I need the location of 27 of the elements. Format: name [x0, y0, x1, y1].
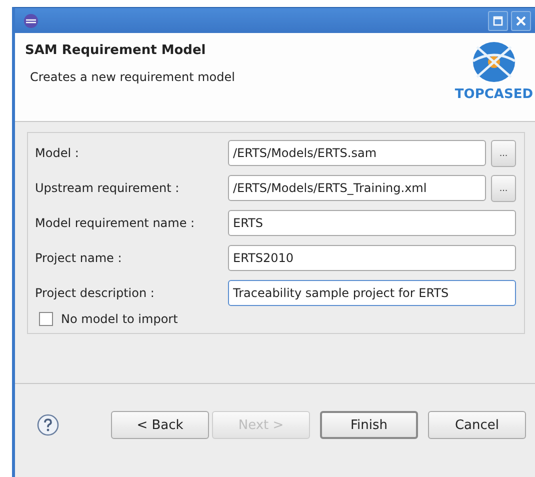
dialog-title: SAM Requirement Model	[25, 43, 207, 58]
field-label: Project name :	[35, 251, 123, 265]
text-field[interactable]: Traceability sample project for ERTS	[228, 280, 516, 306]
text-field[interactable]: ERTS2010	[228, 245, 516, 271]
dialog-button[interactable]: Cancel	[428, 411, 526, 439]
field-label: Model :	[35, 146, 80, 160]
checkbox[interactable]	[39, 312, 53, 326]
dialog-button[interactable]: Finish	[320, 411, 418, 439]
field-label: Model requirement name :	[35, 216, 196, 230]
text-field[interactable]: ERTS	[228, 210, 516, 236]
app-icon	[23, 12, 39, 28]
globe-icon	[470, 41, 517, 83]
browse-button[interactable]: ...	[491, 174, 516, 202]
maximize-button[interactable]	[488, 10, 508, 30]
field-label: Upstream requirement :	[35, 181, 180, 195]
browse-button[interactable]: ...	[491, 140, 516, 166]
close-icon	[516, 16, 526, 26]
maximize-icon	[493, 16, 503, 26]
text-field[interactable]: /ERTS/Models/ERTS.sam	[228, 140, 486, 166]
dialog-description: Creates a new requirement model	[30, 70, 235, 84]
logo-text: TOPCASED	[454, 87, 533, 102]
field-label: Project description :	[35, 286, 156, 300]
checkbox-label: No model to import	[61, 312, 178, 326]
dialog-button[interactable]: < Back	[111, 411, 209, 439]
text-field[interactable]: /ERTS/Models/ERTS_Training.xml	[228, 175, 486, 201]
close-button[interactable]	[511, 10, 531, 30]
help-icon[interactable]	[37, 414, 59, 436]
